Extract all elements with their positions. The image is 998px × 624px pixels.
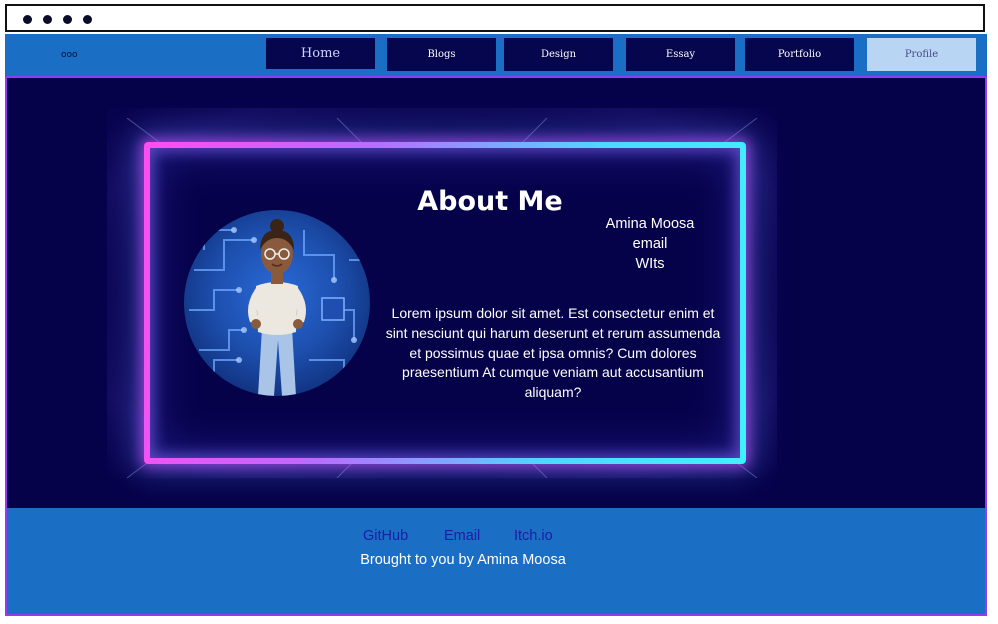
window-dot-icon[interactable] xyxy=(63,15,72,24)
footer-link-itchio[interactable]: Itch.io xyxy=(514,528,553,544)
avatar-illustration-icon xyxy=(189,219,364,396)
bio-paragraph: Lorem ipsum dolor sit amet. Est consecte… xyxy=(385,305,721,401)
tab-profile-label: Profile xyxy=(904,49,939,60)
tab-design[interactable]: Design xyxy=(504,38,613,71)
tab-portfolio[interactable]: Portfolio xyxy=(745,38,854,71)
window-dot-icon[interactable] xyxy=(43,15,52,24)
nav-bar: ooo Home Blogs Design Essay Portfolio Pr… xyxy=(5,34,987,76)
footer-link-email[interactable]: Email xyxy=(444,528,480,544)
tab-essay-label: Essay xyxy=(665,49,696,60)
contact-org: WIts xyxy=(635,256,665,272)
tab-portfolio-label: Portfolio xyxy=(777,49,822,60)
tab-design-label: Design xyxy=(540,49,577,60)
tab-profile[interactable]: Profile xyxy=(867,38,976,71)
tab-blogs-label: Blogs xyxy=(427,49,456,60)
browser-chrome xyxy=(5,4,985,32)
footer-link-github[interactable]: GitHub xyxy=(363,528,408,544)
tab-blogs[interactable]: Blogs xyxy=(387,38,496,71)
tab-home[interactable]: Home xyxy=(266,38,375,71)
site-logo[interactable]: ooo xyxy=(61,50,78,60)
contact-name: Amina Moosa xyxy=(605,216,695,232)
footer-credit: Brought to you by Amina Moosa xyxy=(360,552,566,568)
footer: GitHub Email Itch.io Brought to you by A… xyxy=(5,508,987,616)
avatar xyxy=(184,210,370,396)
window-dot-icon[interactable] xyxy=(83,15,92,24)
window-dot-icon[interactable] xyxy=(23,15,32,24)
tab-essay[interactable]: Essay xyxy=(626,38,735,71)
about-title: About Me xyxy=(417,186,563,217)
about-section: About Me Amina Moosa email WIts Lorem ip… xyxy=(5,76,987,508)
contact-info: Amina Moosa email WIts xyxy=(585,214,715,274)
tab-home-label: Home xyxy=(300,46,341,61)
contact-email[interactable]: email xyxy=(585,234,715,254)
